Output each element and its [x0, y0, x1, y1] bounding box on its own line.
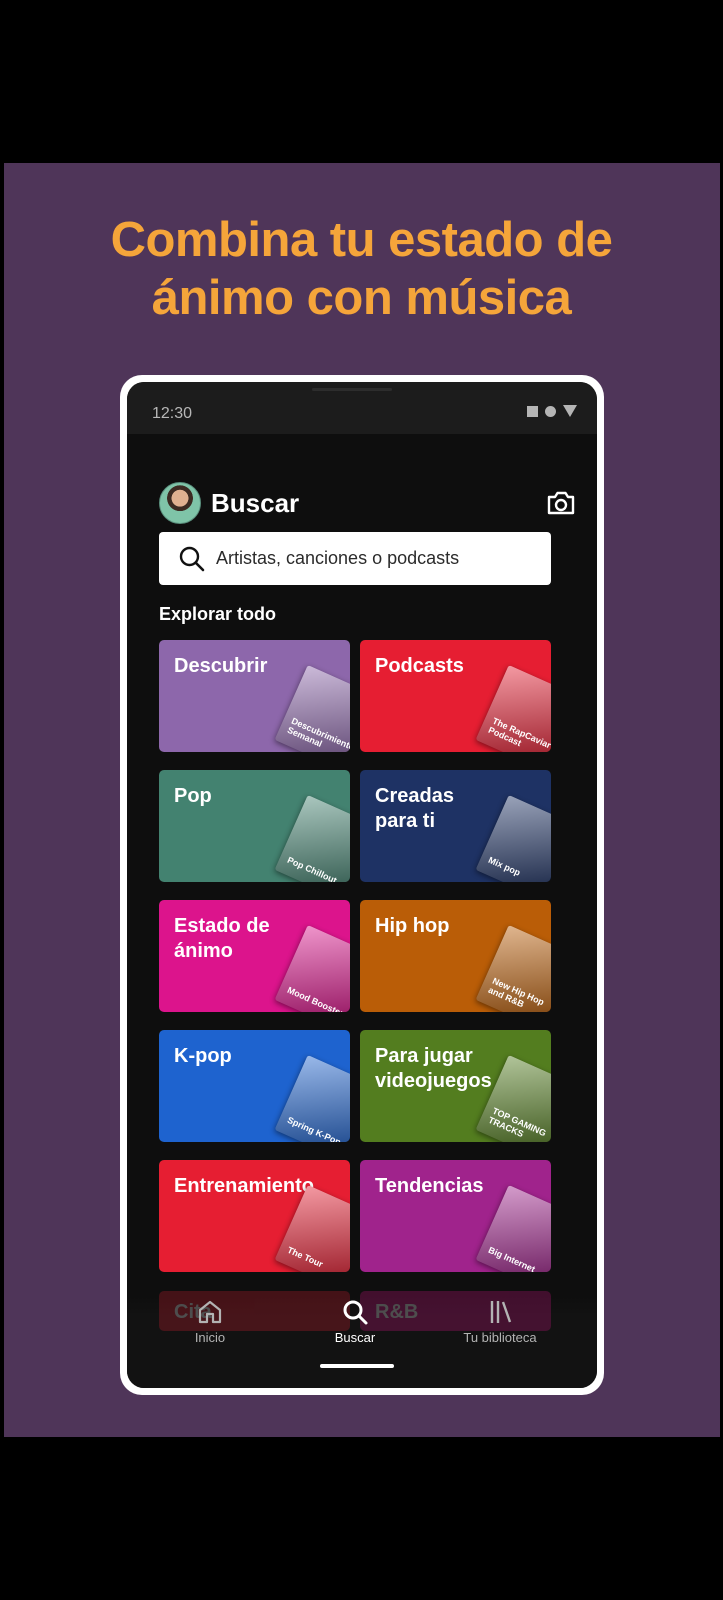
- category-art: Big Internet: [475, 1184, 551, 1272]
- category-art-text: TOP GAMING TRACKS: [486, 1105, 548, 1140]
- notch: [312, 388, 392, 391]
- category-art: New Hip Hop and R&B: [475, 924, 551, 1012]
- status-bar: 12:30: [127, 382, 597, 434]
- search-header: Buscar: [159, 482, 577, 524]
- nav-label: Buscar: [334, 1330, 376, 1345]
- section-title: Explorar todo: [159, 604, 277, 624]
- category-tile[interactable]: Podcasts The RapCaviar Podcast: [360, 640, 551, 752]
- nav-item-tu-biblioteca[interactable]: Tu biblioteca: [445, 1298, 555, 1345]
- category-tile-label: Creadas para ti: [375, 785, 454, 832]
- nav-label: Tu biblioteca: [463, 1330, 537, 1345]
- category-art-text: The Tour: [285, 1244, 325, 1270]
- nav-item-buscar[interactable]: Buscar: [300, 1298, 410, 1345]
- category-tile[interactable]: Descubrir Descubrimiento Semanal: [159, 640, 350, 752]
- category-tile-label: Para jugar videojuegos: [375, 1045, 492, 1092]
- category-art: Spring K-Pop: [274, 1054, 350, 1142]
- search-placeholder: Artistas, canciones o podcasts: [216, 548, 460, 568]
- category-art-text: Mood Booster: [285, 984, 346, 1012]
- page-title: Buscar: [211, 487, 300, 518]
- category-tile-label: Estado de ánimo: [174, 915, 270, 962]
- category-art-text: The RapCaviar Podcast: [486, 715, 551, 751]
- library-icon: [490, 1301, 512, 1323]
- recents-icon: [527, 405, 538, 417]
- category-tile[interactable]: K-pop Spring K-Pop: [159, 1030, 350, 1142]
- status-time: 12:30: [152, 405, 193, 422]
- category-tile[interactable]: Creadas para ti Mix pop: [360, 770, 551, 882]
- category-art-text: Big Internet: [486, 1244, 537, 1272]
- status-icons: [527, 405, 577, 417]
- category-tile-label: Tendencias: [375, 1175, 484, 1197]
- category-art-text: Descubrimiento Semanal: [285, 715, 350, 752]
- signal-triangle-icon: [563, 405, 577, 417]
- category-art: Pop Chillout: [274, 794, 350, 882]
- phone-screen: 12:30 Buscar Artistas, canciones o podca…: [127, 382, 597, 1388]
- avatar[interactable]: [159, 482, 201, 524]
- search-icon: [179, 546, 205, 571]
- category-tile[interactable]: Hip hop New Hip Hop and R&B: [360, 900, 551, 1012]
- category-tile-label: Pop: [174, 785, 212, 807]
- promo-headline: Combina tu estado de ánimo con música: [0, 211, 723, 327]
- category-art: Mood Booster: [274, 924, 350, 1012]
- category-art: The RapCaviar Podcast: [475, 664, 551, 752]
- search-input[interactable]: Artistas, canciones o podcasts: [159, 532, 551, 585]
- category-tile-label: Descubrir: [174, 655, 268, 677]
- search-icon: [343, 1300, 368, 1325]
- category-tile[interactable]: Entrenamiento The Tour: [159, 1160, 350, 1272]
- category-tile-label: Podcasts: [375, 655, 464, 677]
- promo-headline-line2: ánimo con música: [151, 271, 572, 325]
- camera-icon[interactable]: [545, 487, 577, 519]
- home-indicator: [320, 1364, 394, 1368]
- bottom-nav: Cita R&B Inicio Buscar Tu biblioteca: [127, 1273, 597, 1388]
- category-art: TOP GAMING TRACKS: [475, 1054, 551, 1142]
- promo-headline-line1: Combina tu estado de: [110, 213, 613, 267]
- category-tile-label: Entrenamiento: [174, 1175, 315, 1197]
- category-tile-label: K-pop: [174, 1045, 232, 1067]
- category-tile[interactable]: Para jugar videojuegos TOP GAMING TRACKS: [360, 1030, 551, 1142]
- category-art: Descubrimiento Semanal: [274, 664, 350, 752]
- category-tile[interactable]: Estado de ánimo Mood Booster: [159, 900, 350, 1012]
- signal-dot-icon: [545, 405, 556, 417]
- category-tile[interactable]: Tendencias Big Internet: [360, 1160, 551, 1272]
- category-art-text: New Hip Hop and R&B: [486, 975, 546, 1010]
- phone-frame: 12:30 Buscar Artistas, canciones o podca…: [120, 375, 604, 1395]
- category-art-text: Spring K-Pop: [285, 1114, 343, 1142]
- category-tile-label: Hip hop: [375, 915, 450, 937]
- nav-label: Inicio: [194, 1330, 226, 1345]
- nav-item-inicio[interactable]: Inicio: [155, 1298, 265, 1345]
- category-tile[interactable]: Pop Pop Chillout: [159, 770, 350, 882]
- category-art-text: Mix pop: [486, 854, 522, 878]
- category-art: Mix pop: [475, 794, 551, 882]
- home-icon: [198, 1300, 222, 1324]
- category-art-text: Pop Chillout: [285, 854, 339, 882]
- category-art: The Tour: [274, 1184, 350, 1272]
